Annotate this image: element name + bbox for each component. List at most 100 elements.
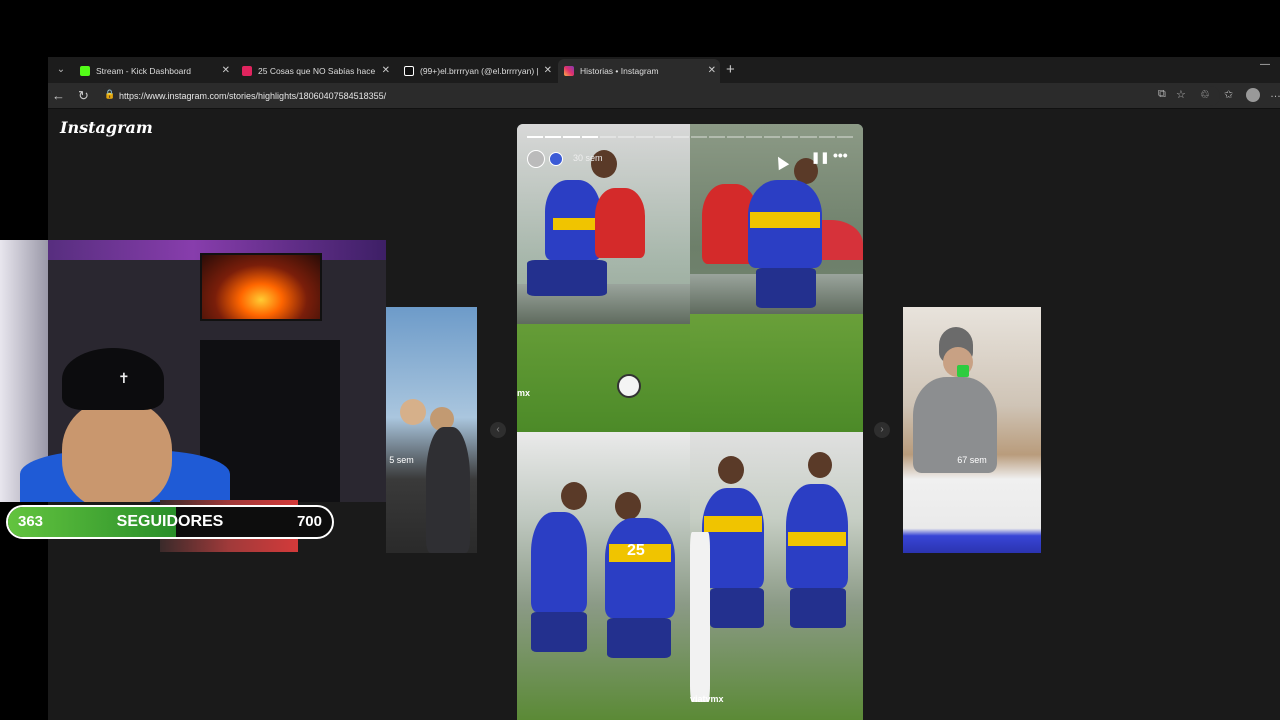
tab-title: Historias • Instagram xyxy=(580,66,659,76)
tab-bar: ⌄ Stream - Kick Dashboard ✕ 25 Cosas que… xyxy=(48,57,1280,83)
story-progress-segment xyxy=(672,136,689,138)
favorite-star-icon[interactable]: ☆ xyxy=(1176,88,1186,101)
url-text: https://www.instagram.com/stories/highli… xyxy=(119,91,387,101)
player-head xyxy=(615,492,641,520)
story-photo-bottom-right: viatvmx xyxy=(690,432,863,720)
tab-list-dropdown-icon[interactable]: ⌄ xyxy=(52,61,70,79)
jersey-yellow-stripe xyxy=(788,532,846,546)
player-blue-jersey xyxy=(605,518,675,618)
story-progress-segment xyxy=(545,136,562,138)
jersey-number: 25 xyxy=(627,542,645,559)
jersey-yellow-stripe xyxy=(553,218,595,230)
watermark-bottom: viatvmx xyxy=(690,694,724,704)
streamer-cap xyxy=(62,348,164,410)
close-tab-icon[interactable]: ✕ xyxy=(222,59,230,83)
player-red-jersey xyxy=(595,188,645,258)
tab-title: (99+)el.brrrryan (@el.brrrryan) | Ti xyxy=(420,66,540,76)
checkmark-emoji-icon xyxy=(957,365,969,377)
story-progress-bar xyxy=(527,136,853,138)
tab-tiktok-profile[interactable]: (99+)el.brrrryan (@el.brrrryan) | Ti ✕ xyxy=(398,59,556,83)
player-blue-jersey xyxy=(702,488,764,588)
story-progress-segment xyxy=(836,136,853,138)
player-shorts xyxy=(756,268,816,308)
prev-story-preview[interactable]: 5 sem xyxy=(386,307,477,553)
player-head xyxy=(718,456,744,484)
cap-cross-icon: ✝ xyxy=(118,370,130,386)
player-shorts xyxy=(710,588,764,628)
tab-instagram-stories[interactable]: Historias • Instagram ✕ xyxy=(558,59,720,83)
story-progress-segment xyxy=(727,136,744,138)
story-progress-segment xyxy=(636,136,653,138)
instagram-favicon-icon xyxy=(564,66,574,76)
url-field[interactable]: 🔒 https://www.instagram.com/stories/high… xyxy=(100,86,1220,106)
tiktok-favicon-icon xyxy=(404,66,414,76)
field-grass xyxy=(690,312,863,432)
referee-white xyxy=(690,532,710,702)
story-progress-segment xyxy=(563,136,580,138)
story-progress-segment xyxy=(527,136,544,138)
soccer-ball-icon xyxy=(617,374,641,398)
extensions-icon[interactable]: ♲ xyxy=(1200,88,1210,101)
follower-count-goal: 700 xyxy=(296,513,322,530)
instagram-logo[interactable]: Instagram xyxy=(60,118,153,137)
led-light-strip xyxy=(0,240,386,260)
pause-icon[interactable]: ❚❚ xyxy=(811,151,829,164)
tab-youtube-video[interactable]: 25 Cosas que NO Sabías hace 5 m ✕ xyxy=(236,59,394,83)
next-story-arrow-icon[interactable]: › xyxy=(874,422,890,438)
tab-title: Stream - Kick Dashboard xyxy=(96,66,191,76)
back-arrow-icon[interactable]: ← xyxy=(52,87,65,105)
player-shorts xyxy=(790,588,846,628)
jersey-yellow-stripe xyxy=(750,212,820,228)
story-progress-segment xyxy=(800,136,817,138)
player-head xyxy=(808,452,832,478)
profile-avatar-icon[interactable] xyxy=(1246,88,1260,102)
player-shorts xyxy=(607,618,671,658)
story-progress-segment xyxy=(782,136,799,138)
follower-goal-label: SEGUIDORES xyxy=(116,513,224,530)
story-progress-segment xyxy=(581,136,598,138)
streamer-webcam-overlay: ✝ xyxy=(0,240,386,502)
story-photo-top-left: mx xyxy=(517,124,690,432)
new-tab-button[interactable]: + xyxy=(726,60,735,80)
player-shorts xyxy=(527,260,607,296)
story-progress-segment xyxy=(599,136,617,138)
follower-goal-bar: SEGUIDORES 363 700 xyxy=(6,505,334,539)
next-story-preview[interactable]: 67 sem xyxy=(903,307,1041,553)
streamer-face xyxy=(62,400,172,502)
prev-story-body xyxy=(426,427,470,553)
more-menu-icon[interactable]: … xyxy=(1270,88,1280,100)
close-tab-icon[interactable]: ✕ xyxy=(708,59,716,83)
story-header: 30 sem ❚❚ ••• xyxy=(527,147,853,168)
prev-story-person-a xyxy=(400,399,426,425)
reload-icon[interactable]: ↻ xyxy=(78,87,89,105)
open-in-app-icon[interactable]: ⧉ xyxy=(1158,88,1166,101)
story-photo-bottom-left: 25 xyxy=(517,432,690,720)
story-progress-segment xyxy=(745,136,762,138)
close-tab-icon[interactable]: ✕ xyxy=(382,59,390,83)
story-progress-segment xyxy=(763,136,781,138)
fireplace-screen xyxy=(200,253,322,321)
prev-story-arrow-icon[interactable]: ‹ xyxy=(490,422,506,438)
highlight-cover-icon xyxy=(549,152,563,166)
close-tab-icon[interactable]: ✕ xyxy=(544,59,552,83)
follower-count-current: 363 xyxy=(18,513,44,530)
active-story[interactable]: mx 25 viatvmx 30 sem ❚❚ ••• xyxy=(517,124,863,720)
minimize-window-button[interactable]: — xyxy=(1260,59,1270,70)
story-progress-segment xyxy=(654,136,671,138)
player-blue-jersey xyxy=(531,512,587,612)
story-progress-segment xyxy=(690,136,708,138)
story-photo-top-right xyxy=(690,124,863,432)
watermark-top: mx xyxy=(517,388,531,398)
youtube-favicon-icon xyxy=(242,66,252,76)
next-story-time: 67 sem xyxy=(957,455,987,465)
lock-icon: 🔒 xyxy=(104,89,116,99)
more-options-icon[interactable]: ••• xyxy=(833,147,848,163)
player-shorts xyxy=(531,612,587,652)
favorites-icon[interactable]: ✩ xyxy=(1224,88,1233,101)
story-author-avatar[interactable] xyxy=(527,150,545,168)
player-head xyxy=(561,482,587,510)
address-bar-row: ← ↻ 🔒 https://www.instagram.com/stories/… xyxy=(48,83,1280,109)
tab-kick-dashboard[interactable]: Stream - Kick Dashboard ✕ xyxy=(74,59,234,83)
story-progress-segment xyxy=(818,136,835,138)
story-progress-segment xyxy=(709,136,726,138)
